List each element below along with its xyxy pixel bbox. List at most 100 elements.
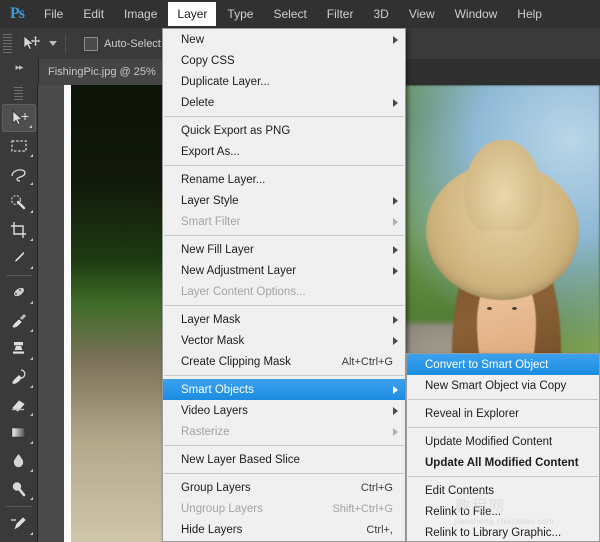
smart-objects-item-update-all-modified-content[interactable]: Update All Modified Content [407,452,599,473]
smart-objects-item-reveal-in-explorer[interactable]: Reveal in Explorer [407,403,599,424]
eraser-tool-icon[interactable] [2,391,36,419]
layer-menu-item-quick-export-as-png[interactable]: Quick Export as PNG [163,120,405,141]
blur-tool-icon[interactable] [2,447,36,475]
tool-more-indicator [30,441,33,444]
tool-preset-chevron-down-icon[interactable] [49,41,57,46]
menu-view[interactable]: View [400,2,444,26]
pen-tool-icon[interactable] [2,510,36,538]
rectangular-marquee-tool-icon[interactable] [2,132,36,160]
layer-menu-item-vector-mask[interactable]: Vector Mask [163,330,405,351]
tools-panel: T [0,85,38,542]
menu-image[interactable]: Image [115,2,166,26]
menu-item-label: New [181,34,204,46]
menu-edit[interactable]: Edit [74,2,113,26]
menu-item-label: Create Clipping Mask [181,356,291,368]
menu-item-label: Hide Layers [181,524,242,536]
menu-item-shortcut: Ctrl+, [366,524,397,536]
menu-type[interactable]: Type [218,2,262,26]
menu-item-label: Layer Style [181,195,239,207]
menu-item-label: Edit Contents [425,485,494,497]
submenu-arrow-icon [393,246,398,254]
layer-menu-item-smart-filter: Smart Filter [163,211,405,232]
menu-item-label: Update Modified Content [425,436,552,448]
layer-menu-item-create-clipping-mask[interactable]: Create Clipping MaskAlt+Ctrl+G [163,351,405,372]
submenu-arrow-icon [393,407,398,415]
document-tab-fishingpic[interactable]: FishingPic.jpg @ 25% [39,59,166,85]
layer-menu-item-duplicate-layer[interactable]: Duplicate Layer... [163,71,405,92]
crop-tool-icon[interactable] [2,216,36,244]
submenu-arrow-icon [393,316,398,324]
smart-objects-item-edit-contents[interactable]: Edit Contents [407,480,599,501]
layer-menu-item-video-layers[interactable]: Video Layers [163,400,405,421]
layer-menu-item-layer-style[interactable]: Layer Style [163,190,405,211]
layer-dropdown-menu[interactable]: New Copy CSSDuplicate Layer...Delete Quick… [162,28,406,542]
smart-objects-submenu[interactable]: Convert to Smart ObjectNew Smart Object … [406,353,600,542]
layer-menu-item-ungroup-layers: Ungroup LayersShift+Ctrl+G [163,498,405,519]
tool-more-indicator [30,301,33,304]
layer-menu-item-layer-mask[interactable]: Layer Mask [163,309,405,330]
clone-stamp-tool-icon[interactable] [2,335,36,363]
tool-more-indicator [30,154,33,157]
menu-help[interactable]: Help [508,2,551,26]
smart-objects-item-relink-to-file[interactable]: Relink to File... [407,501,599,522]
layer-menu-item-rename-layer[interactable]: Rename Layer... [163,169,405,190]
layer-menu-item-new-fill-layer[interactable]: New Fill Layer [163,239,405,260]
smart-objects-item-new-smart-object-via-copy[interactable]: New Smart Object via Copy [407,375,599,396]
type-tool-icon[interactable]: T [2,538,36,542]
tool-more-indicator [30,238,33,241]
smart-objects-item-relink-to-library-graphic[interactable]: Relink to Library Graphic... [407,522,599,542]
move-tool-icon[interactable] [2,104,36,132]
menu-item-label: Ungroup Layers [181,503,263,515]
lasso-tool-icon[interactable] [2,160,36,188]
layer-menu-item-group-layers[interactable]: Group LayersCtrl+G [163,477,405,498]
menu-item-label: Reveal in Explorer [425,408,519,420]
layer-menu-item-smart-objects[interactable]: Smart Objects [163,379,405,400]
menu-item-label: New Adjustment Layer [181,265,296,277]
menu-layer[interactable]: Layer [168,2,216,26]
history-brush-tool-icon[interactable] [2,363,36,391]
layer-menu-item-export-as[interactable]: Export As... [163,141,405,162]
menu-item-label: Vector Mask [181,335,244,347]
layer-menu-item-new-layer-based-slice[interactable]: New Layer Based Slice [163,449,405,470]
layer-menu-item-hide-layers[interactable]: Hide Layers Ctrl+, [163,519,405,540]
menu-window[interactable]: Window [446,2,507,26]
panel-expand-icon[interactable]: ▸▸ [0,59,39,85]
tool-more-indicator [30,385,33,388]
menu-3d[interactable]: 3D [364,2,397,26]
tools-divider [6,275,32,276]
layer-menu-item-rasterize: Rasterize [163,421,405,442]
menu-select[interactable]: Select [264,2,315,26]
menu-file[interactable]: File [35,2,72,26]
brush-tool-icon[interactable] [2,307,36,335]
document-tab-title: FishingPic.jpg @ 25% [48,66,156,78]
menu-item-label: Relink to Library Graphic... [425,527,561,539]
menu-separator [164,235,404,236]
eyedropper-tool-icon[interactable] [2,244,36,272]
layer-menu-item-new[interactable]: New [163,29,405,50]
layer-menu-item-layer-content-options: Layer Content Options... [163,281,405,302]
tools-panel-grip[interactable] [14,87,23,101]
tool-more-indicator [30,357,33,360]
layer-menu-item-delete[interactable]: Delete [163,92,405,113]
dodge-tool-icon[interactable] [2,475,36,503]
menu-filter[interactable]: Filter [318,2,363,26]
menu-separator [164,165,404,166]
smart-objects-item-update-modified-content[interactable]: Update Modified Content [407,431,599,452]
submenu-arrow-icon [393,99,398,107]
tool-more-indicator [30,469,33,472]
auto-select-checkbox[interactable] [84,37,98,51]
menu-item-label: Video Layers [181,405,248,417]
menu-separator [164,445,404,446]
gradient-tool-icon[interactable] [2,419,36,447]
layer-menu-item-copy-css[interactable]: Copy CSS [163,50,405,71]
menu-item-label: New Layer Based Slice [181,454,300,466]
submenu-arrow-icon [393,197,398,205]
move-tool-icon[interactable] [20,33,42,55]
spot-healing-brush-tool-icon[interactable] [2,279,36,307]
quick-selection-tool-icon[interactable] [2,188,36,216]
tool-more-indicator [30,266,33,269]
options-bar-grip[interactable] [3,34,12,54]
layer-menu-item-new-adjustment-layer[interactable]: New Adjustment Layer [163,260,405,281]
menu-item-label: Layer Content Options... [181,286,306,298]
smart-objects-item-convert-to-smart-object[interactable]: Convert to Smart Object [407,354,599,375]
